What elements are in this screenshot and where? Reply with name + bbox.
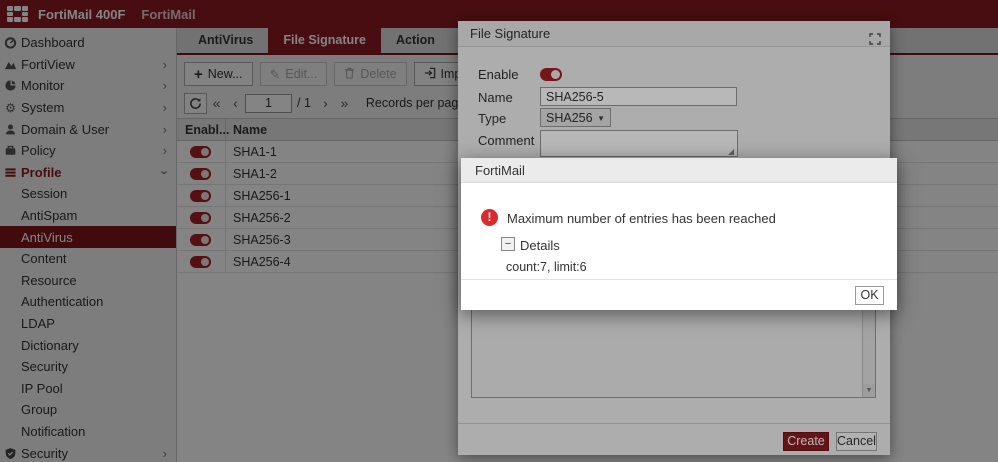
details-label[interactable]: Details xyxy=(520,238,560,253)
details-text: count:7, limit:6 xyxy=(506,260,587,274)
fortimail-alert-dialog: FortiMail ! Maximum number of entries ha… xyxy=(461,158,897,310)
details-collapse-icon[interactable]: − xyxy=(501,237,515,251)
alert-message: Maximum number of entries has been reach… xyxy=(507,211,776,226)
fortimail-screen: FortiMail 400F FortiMail Dashboard Forti… xyxy=(0,0,998,462)
alert-title-bar: FortiMail xyxy=(461,158,897,183)
error-exclamation-icon: ! xyxy=(481,209,498,226)
ok-button[interactable]: OK xyxy=(855,286,884,305)
